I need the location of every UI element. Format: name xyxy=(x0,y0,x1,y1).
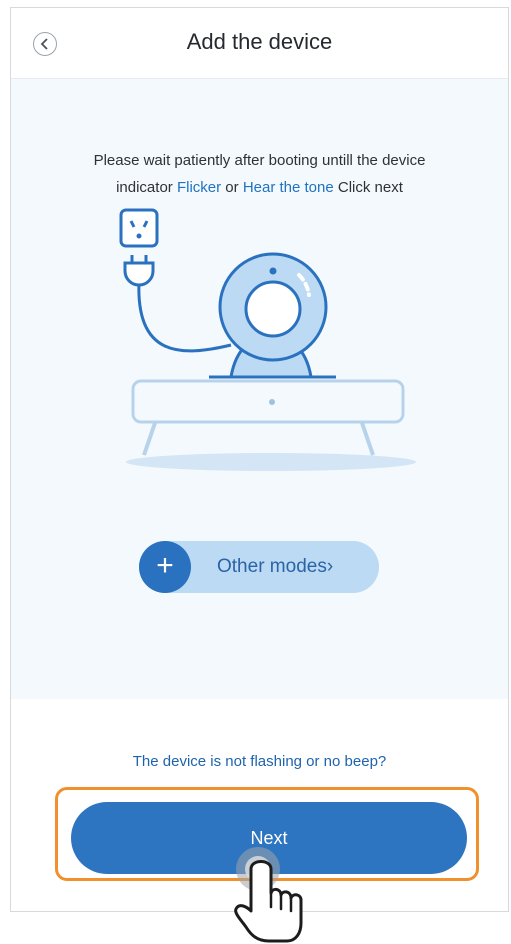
instruction-text: Please wait patiently after booting unti… xyxy=(11,147,508,201)
stand-box xyxy=(131,379,405,424)
stand-leg-right xyxy=(359,419,375,456)
app-screen: Add the device Please wait patiently aft… xyxy=(10,7,509,912)
instruction-line-2: indicator Flicker or Hear the tone Click… xyxy=(11,174,508,201)
device-illustration xyxy=(119,208,416,471)
power-cable xyxy=(137,281,232,353)
instruction-prefix: indicator xyxy=(116,179,177,196)
header: Add the device xyxy=(11,8,508,79)
page-title: Add the device xyxy=(186,29,333,54)
other-modes-button[interactable]: + Other modes› xyxy=(139,541,379,593)
socket-icon xyxy=(119,208,159,248)
instruction-middle: or xyxy=(221,179,243,196)
stand-leg-left xyxy=(142,419,158,456)
device-not-flashing-link[interactable]: The device is not flashing or no beep? xyxy=(11,753,508,770)
content-area: Please wait patiently after booting unti… xyxy=(11,79,508,699)
illustration-shadow xyxy=(126,453,416,471)
plug-icon xyxy=(123,255,155,287)
plus-icon: + xyxy=(139,541,191,593)
instruction-suffix: Click next xyxy=(333,179,403,196)
flicker-link: Flicker xyxy=(176,179,222,196)
pointer-hand-icon xyxy=(234,847,303,943)
other-modes-label: Other modes› xyxy=(217,556,334,577)
hear-tone-link: Hear the tone xyxy=(242,179,334,196)
instruction-line-1: Please wait patiently after booting unti… xyxy=(93,152,426,169)
